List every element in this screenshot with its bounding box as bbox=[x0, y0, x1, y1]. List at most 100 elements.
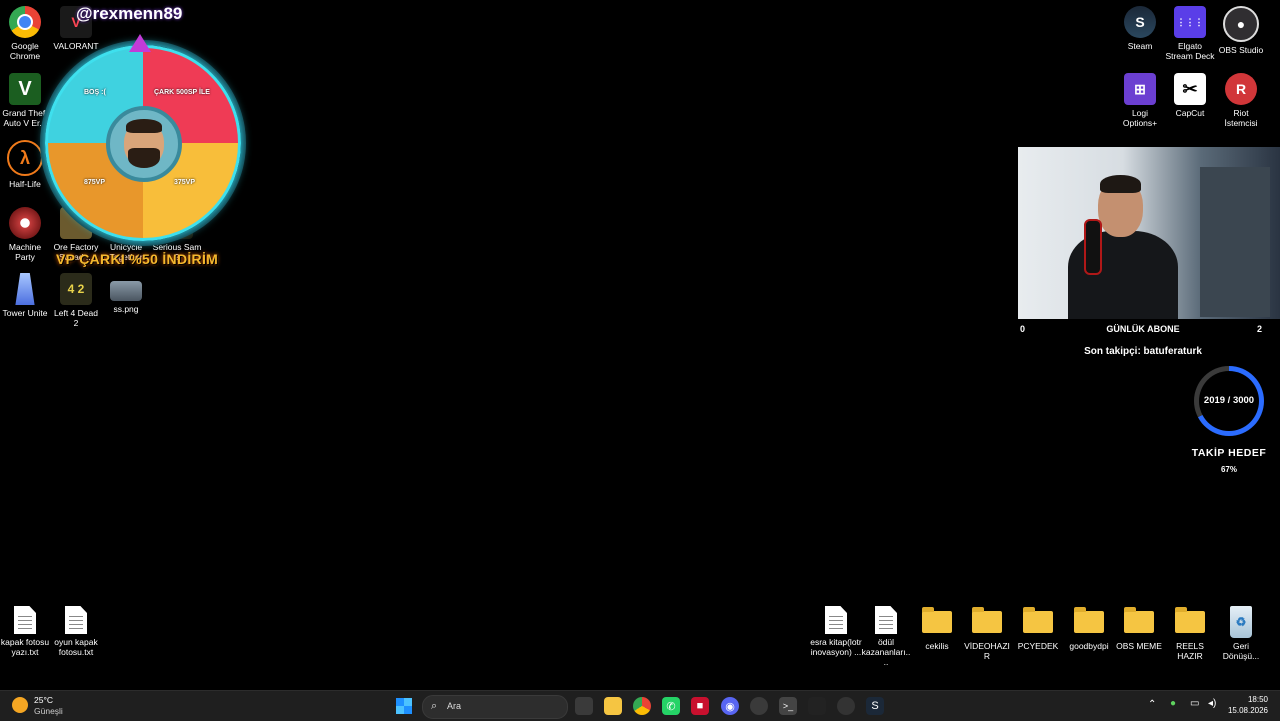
red-app-icon[interactable]: ■ bbox=[691, 697, 709, 715]
wheel-pointer-icon bbox=[129, 34, 151, 52]
app-taskbar-icon[interactable] bbox=[750, 697, 768, 715]
icon-label: Left 4 Dead 2 bbox=[54, 308, 98, 328]
wheel-segment-label: ÇARK 500SP İLE bbox=[154, 89, 210, 96]
icon-label: PCYEDEK bbox=[1017, 641, 1059, 651]
desktop-icon-reels-hazir[interactable]: REELS HAZIR bbox=[1165, 606, 1215, 661]
volume-icon[interactable]: ◂) bbox=[1208, 698, 1216, 709]
image-file-icon bbox=[110, 281, 142, 301]
wheel-hub-avatar bbox=[106, 106, 182, 182]
icon-label: oyun kapak fotosu.txt bbox=[54, 637, 98, 657]
steam-icon: S bbox=[1124, 6, 1156, 38]
folder-icon bbox=[1074, 607, 1104, 633]
icon-label: goodbydpi bbox=[1069, 641, 1109, 651]
icon-label: OBS Studio bbox=[1218, 45, 1264, 55]
folder-icon bbox=[972, 607, 1002, 633]
desktop: Google Chrome V VALORANT V Grand Theft A… bbox=[0, 0, 1280, 690]
desktop-icon-goodbydpi[interactable]: goodbydpi bbox=[1064, 606, 1114, 651]
microphone-icon bbox=[1084, 219, 1102, 275]
chevron-up-icon[interactable]: ⌃ bbox=[1148, 699, 1156, 710]
icon-label: cekilis bbox=[925, 641, 949, 651]
discord-icon[interactable]: ◉ bbox=[721, 697, 739, 715]
taskbar: 25°C Güneşli ⌕ Ara ✆ ■ ◉ >_ S ⌃ ● ▭ ◂) 1… bbox=[0, 690, 1280, 721]
desktop-icon-oyun-kapak[interactable]: oyun kapak fotosu.txt bbox=[51, 606, 101, 657]
desktop-icon-pcyedek[interactable]: PCYEDEK bbox=[1013, 606, 1063, 651]
steam-taskbar-icon[interactable]: S bbox=[866, 697, 884, 715]
icon-label: ss.png bbox=[113, 304, 139, 314]
chrome-taskbar-icon[interactable] bbox=[633, 697, 651, 715]
icon-label: Riot İstemcisi bbox=[1224, 108, 1258, 128]
prize-wheel: BOŞ :( ÇARK 500SP İLE 875VP 375VP bbox=[36, 34, 244, 244]
desktop-icon-tower-unite[interactable]: Tower Unite bbox=[0, 273, 50, 318]
logi-options-icon: ⊞ bbox=[1124, 73, 1156, 105]
follow-goal-value: 2019 / 3000 bbox=[1199, 371, 1259, 431]
search-placeholder: Ara bbox=[447, 701, 462, 711]
search-icon: ⌕ bbox=[431, 700, 438, 712]
webcam-feed bbox=[1018, 147, 1280, 319]
whatsapp-icon[interactable]: ✆ bbox=[662, 697, 680, 715]
daily-sub-title: GÜNLÜK ABONE bbox=[1106, 324, 1180, 334]
icon-label: ödül kazananları.... bbox=[861, 637, 911, 667]
start-button[interactable] bbox=[395, 697, 413, 715]
desktop-icon-odul[interactable]: ödül kazananları.... bbox=[861, 606, 911, 667]
overlay-promo-text: VP ÇARKI %50 İNDİRİM bbox=[56, 251, 219, 267]
wheel-segment-label: BOŞ :( bbox=[84, 89, 106, 96]
desktop-icon-ss-png[interactable]: ss.png bbox=[101, 273, 151, 314]
icon-label: REELS HAZIR bbox=[1176, 641, 1204, 661]
clock-date: 15.08.2026 bbox=[1227, 706, 1268, 715]
icon-label: Steam bbox=[1127, 41, 1153, 51]
folder-icon bbox=[1124, 607, 1154, 633]
icon-label: Tower Unite bbox=[2, 308, 48, 318]
task-view-icon[interactable] bbox=[575, 697, 593, 715]
stream-deck-icon: ⋮⋮⋮ bbox=[1174, 6, 1206, 38]
riot-client-icon: R bbox=[1225, 73, 1257, 105]
overlay-username: @rexmenn89 bbox=[76, 4, 183, 23]
desktop-icon-steam[interactable]: S Steam bbox=[1115, 6, 1165, 51]
desktop-icon-videohazir[interactable]: VİDEOHAZIR bbox=[962, 606, 1012, 661]
wheel-segment-label: 875VP bbox=[84, 179, 106, 186]
streamer-avatar-icon bbox=[124, 119, 164, 168]
follow-goal-ring: 2019 / 3000 bbox=[1194, 366, 1264, 436]
desktop-icon-cekilis[interactable]: cekilis bbox=[912, 606, 962, 651]
folder-icon bbox=[1023, 607, 1053, 633]
desktop-icon-recycle-bin[interactable]: ♻ Geri Dönüşü... bbox=[1216, 606, 1266, 661]
desktop-icon-riot[interactable]: R Riot İstemcisi bbox=[1216, 73, 1266, 128]
desktop-icon-obs[interactable]: ● OBS Studio bbox=[1216, 6, 1266, 55]
app-window-icon[interactable] bbox=[808, 697, 826, 715]
chrome-shortcut-icon bbox=[825, 606, 847, 634]
gear-app-icon[interactable] bbox=[837, 697, 855, 715]
microphone-tray-icon[interactable]: ● bbox=[1170, 698, 1176, 709]
desktop-icon-kapak-fotosu[interactable]: kapak fotosu yazı.txt bbox=[0, 606, 50, 657]
desktop-icon-obs-meme[interactable]: OBS MEME bbox=[1114, 606, 1164, 651]
folder-icon bbox=[1175, 607, 1205, 633]
clock[interactable]: 18:50 15.08.2026 bbox=[1228, 694, 1268, 716]
text-file-icon bbox=[14, 606, 36, 634]
last-follower: Son takipçi: batuferaturk bbox=[1084, 346, 1202, 357]
icon-label: OBS MEME bbox=[1116, 641, 1162, 651]
follow-goal-title: TAKİP HEDEF bbox=[1191, 447, 1267, 459]
obs-studio-icon: ● bbox=[1223, 6, 1259, 42]
terminal-icon[interactable]: >_ bbox=[779, 697, 797, 715]
webcam-streamer bbox=[1068, 175, 1178, 319]
icon-label: Geri Dönüşü... bbox=[1222, 641, 1260, 661]
capcut-icon: ✂ bbox=[1174, 73, 1206, 105]
file-explorer-icon[interactable] bbox=[604, 697, 622, 715]
desktop-icon-logi[interactable]: ⊞ Logi Options+ bbox=[1115, 73, 1165, 128]
daily-sub-right-count: 2 bbox=[1256, 324, 1262, 334]
desktop-icon-stream-deck[interactable]: ⋮⋮⋮ Elgato Stream Deck bbox=[1165, 6, 1215, 61]
webcam-background-shelf bbox=[1200, 167, 1270, 317]
icon-label: kapak fotosu yazı.txt bbox=[0, 637, 50, 657]
follow-goal-percent: 67% bbox=[1220, 465, 1237, 474]
weather-widget[interactable]: 25°C Güneşli bbox=[12, 694, 82, 718]
desktop-icon-capcut[interactable]: ✂ CapCut bbox=[1165, 73, 1215, 118]
folder-icon bbox=[922, 607, 952, 633]
windows-icon bbox=[396, 698, 412, 714]
recycle-bin-icon: ♻ bbox=[1230, 606, 1252, 638]
desktop-icon-esra-kitap[interactable]: esra kitap(lotr inovasyon) ... bbox=[810, 606, 862, 657]
search-box[interactable]: ⌕ Ara bbox=[422, 695, 568, 719]
google-chrome-icon bbox=[9, 6, 41, 38]
network-icon[interactable]: ▭ bbox=[1190, 698, 1199, 709]
icon-label: Machine Party bbox=[8, 242, 42, 262]
desktop-icon-left4dead[interactable]: 4 2 Left 4 Dead 2 bbox=[51, 273, 101, 328]
icon-label: VİDEOHAZIR bbox=[964, 641, 1010, 661]
wheel-segment-label: 375VP bbox=[174, 179, 196, 186]
